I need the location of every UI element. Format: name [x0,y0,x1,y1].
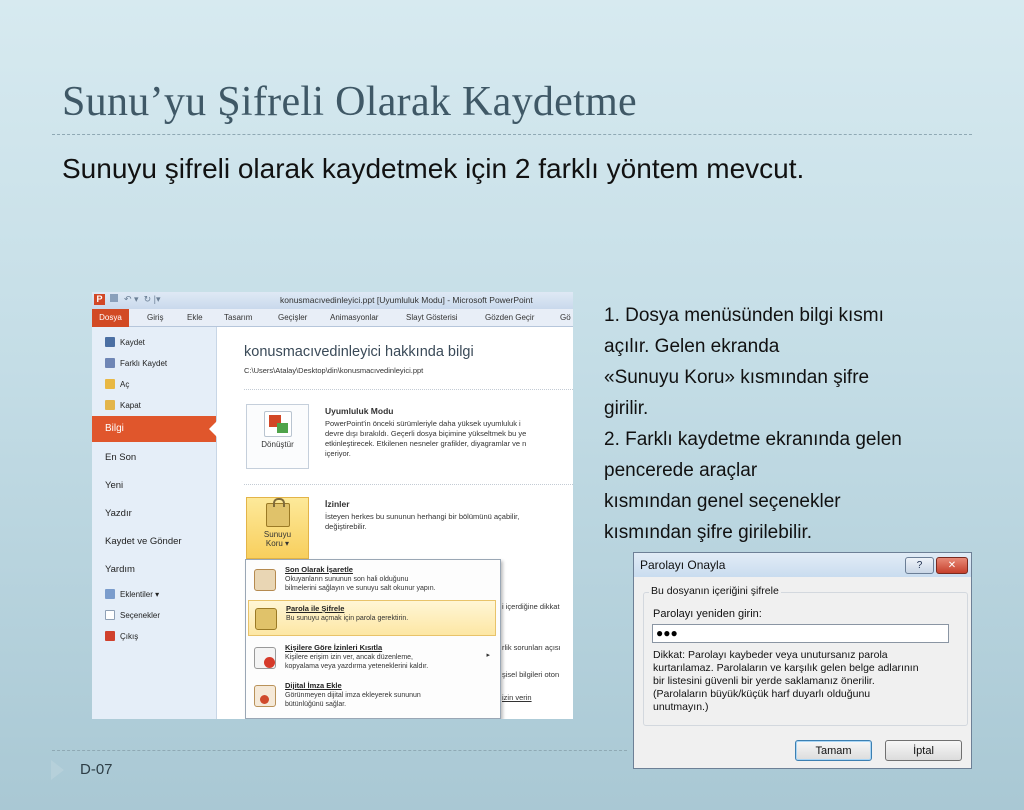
tab-slayt-gosterisi[interactable]: Slayt Gösterisi [406,313,458,322]
menu-restrict-permission[interactable]: Kişilere Göre İzinleri Kısıtla Kişilere … [248,640,496,676]
tab-gorunum[interactable]: Gö [560,313,571,322]
instruction-line: 1. Dosya menüsünden bilgi kısmı [604,305,884,326]
nav-cikis[interactable]: Çıkış [105,631,138,641]
instruction-line: pencerede araçlar [604,460,758,481]
instruction-line: 2. Farklı kaydetme ekranında gelen [604,429,902,450]
slide-number: D-07 [80,761,113,778]
password-warning: Dikkat: Parolayı kaybeder veya unutursan… [653,649,919,713]
redo-icon[interactable]: ↻ [144,294,152,304]
tab-ekle[interactable]: Ekle [187,313,203,322]
submenu-arrow-icon: ▸ [486,652,490,659]
nav-en-son[interactable]: En Son [105,452,136,463]
convert-button[interactable]: Dönüştür [246,404,309,469]
menu-mark-as-final[interactable]: Son Olarak İşaretle Okuyanların sununun … [248,562,496,598]
restrict-icon [254,647,276,669]
backstage-nav: Kaydet Farklı Kaydet Aç Kapat Bilgi En S… [92,327,217,719]
tab-dosya[interactable]: Dosya [92,309,129,327]
footer-divider [52,750,627,751]
partial-text: i içerdiğine dikkat [502,602,560,611]
customize-icon[interactable]: |▾ [154,294,161,304]
nav-bilgi[interactable]: Bilgi [92,416,216,442]
protect-presentation-button[interactable]: Sunuyu Koru ▾ [246,497,309,559]
partial-text: rlik sorunları açısı [502,643,561,652]
permissions-text: İsteyen herkes bu sununun herhangi bir b… [325,512,520,531]
nav-yazdir[interactable]: Yazdır [105,508,132,519]
nav-secenekler[interactable]: Seçenekler [105,610,160,620]
title-divider [52,134,972,135]
lock-icon [255,608,277,630]
password-field[interactable]: ●●● [652,624,949,643]
undo-icon[interactable]: ↶ ▾ [124,294,139,304]
active-indicator [209,421,217,437]
section-divider [244,484,573,485]
info-title: konusmacıvedinleyici hakkında bilgi [244,344,474,360]
ribbon-tabs: Giriş Ekle Tasarım Geçişler Animasyonlar… [92,309,573,327]
cancel-button[interactable]: İptal [885,740,962,761]
powerpoint-logo-icon: P [94,294,105,305]
instruction-line: girilir. [604,398,649,419]
ok-button[interactable]: Tamam [795,740,872,761]
file-path: C:\Users\Atalay\Desktop\din\konusmacıved… [244,366,424,375]
permissions-title: İzinler [325,499,350,509]
nav-yardim[interactable]: Yardım [105,564,135,575]
reenter-password-label: Parolayı yeniden girin: [653,608,762,620]
confirm-password-dialog: Parolayı Onayla ? ✕ Bu dosyanın içeriğin… [633,552,972,769]
nav-kaydet-ve-gonder[interactable]: Kaydet ve Gönder [105,536,182,547]
exit-icon [105,631,115,641]
nav-eklentiler[interactable]: Eklentiler ▾ [105,589,159,599]
nav-farkli-kaydet[interactable]: Farklı Kaydet [105,358,167,368]
tab-animasyonlar[interactable]: Animasyonlar [330,313,378,322]
convert-icon [263,411,292,437]
nav-yeni[interactable]: Yeni [105,480,123,491]
dialog-title: Parolayı Onayla [640,558,726,572]
close-folder-icon [105,400,115,410]
save-as-icon [105,358,115,368]
nav-kapat[interactable]: Kapat [105,400,141,410]
options-icon [105,610,115,620]
save-icon[interactable] [110,294,118,302]
instructions: 1. Dosya menüsünden bilgi kısmı açılır. … [604,300,1004,548]
partial-link[interactable]: izin verin [502,693,532,702]
help-icon[interactable]: ? [905,557,934,574]
open-folder-icon [105,379,115,389]
tab-giris[interactable]: Giriş [147,313,163,322]
signature-icon [254,685,276,707]
mark-final-icon [254,569,276,591]
slide-title: Sunu’yu Şifreli Olarak Kaydetme [62,79,637,125]
addins-icon [105,589,115,599]
tab-tasarim[interactable]: Tasarım [224,313,252,322]
lock-icon [265,498,290,527]
footer-arrow-icon [51,760,64,780]
partial-text: şisel bilgileri oton [502,670,560,679]
close-icon[interactable]: ✕ [936,557,968,574]
window-title: konusmacıvedinleyici.ppt [Uyumluluk Modu… [280,295,533,305]
compat-text: PowerPoint'in önceki sürümleriyle daha y… [325,419,527,458]
menu-encrypt-with-password[interactable]: Parola ile Şifrele Bu sunuyu açmak için … [248,600,496,636]
instruction-line: kısmından şifre girilebilir. [604,522,813,543]
nav-kaydet[interactable]: Kaydet [105,337,145,347]
instruction-line: «Sunuyu Koru» kısmından şifre [604,367,870,388]
powerpoint-screenshot: P ↶ ▾ ↻ |▾ konusmacıvedinleyici.ppt [Uyu… [92,292,573,719]
slide-subtitle: Sunuyu şifreli olarak kaydetmek için 2 f… [62,153,805,184]
quick-access-toolbar[interactable]: ↶ ▾ ↻ |▾ [110,294,161,305]
menu-add-digital-signature[interactable]: Dijital İmza Ekle Görünmeyen dijital imz… [248,678,496,714]
dialog-titlebar: Parolayı Onayla ? ✕ [634,553,971,577]
tab-gecisler[interactable]: Geçişler [278,313,307,322]
tab-gozden-gecir[interactable]: Gözden Geçir [485,313,534,322]
encrypt-group-label: Bu dosyanın içeriğini şifrele [649,585,781,597]
nav-ac[interactable]: Aç [105,379,129,389]
section-divider [244,389,573,390]
protect-menu: Son Olarak İşaretle Okuyanların sununun … [245,559,501,719]
instruction-line: kısmından genel seçenekler [604,491,841,512]
save-icon [105,337,115,347]
instruction-line: açılır. Gelen ekranda [604,336,780,357]
ppt-titlebar: P ↶ ▾ ↻ |▾ konusmacıvedinleyici.ppt [Uyu… [92,292,573,309]
compat-title: Uyumluluk Modu [325,406,394,416]
